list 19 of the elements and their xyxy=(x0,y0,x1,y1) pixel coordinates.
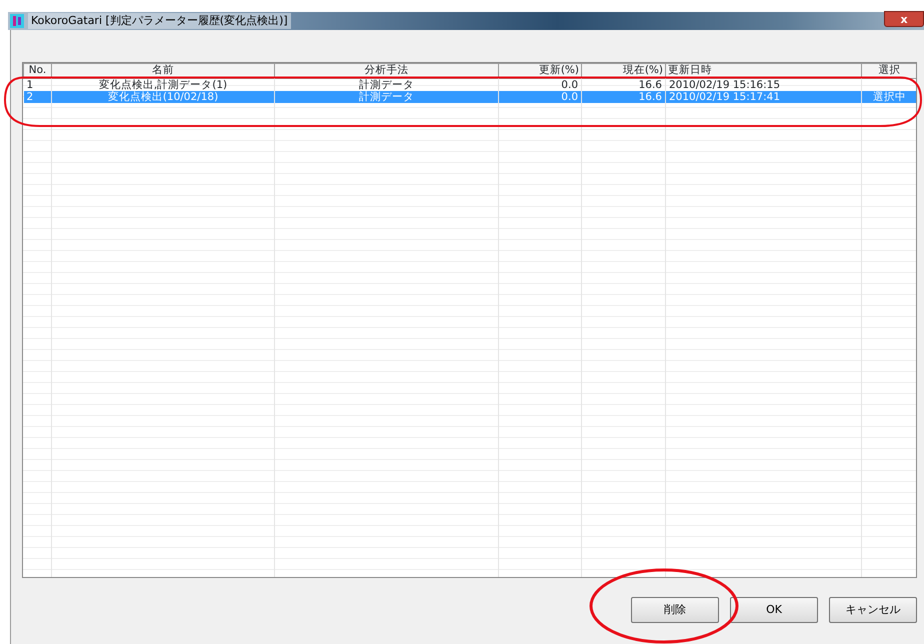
table-cell: 2 xyxy=(26,91,34,103)
table-cell: 計測データ xyxy=(359,79,414,91)
delete-button[interactable]: 削除 xyxy=(631,597,719,623)
table-cell: 1 xyxy=(26,79,34,91)
table-cell: 変化点検出(10/02/18) xyxy=(108,91,218,103)
window-title: KokoroGatari [判定パラメーター履歴(変化点検出)] xyxy=(28,12,291,30)
table-cell: 0.0 xyxy=(561,91,578,103)
table-cell: 2010/02/19 15:16:15 xyxy=(669,79,780,91)
table-cell: 16.6 xyxy=(638,79,662,91)
table-cell: 16.6 xyxy=(638,91,662,103)
table-cell: 0.0 xyxy=(561,79,578,91)
ok-button[interactable]: OK xyxy=(730,597,818,623)
table-cell: 選択中 xyxy=(873,91,906,103)
close-button[interactable]: x xyxy=(884,11,924,27)
table-cell: 2010/02/19 15:17:41 xyxy=(669,91,780,103)
app-icon xyxy=(10,14,24,28)
table-cell: 計測データ xyxy=(359,91,414,103)
table-cell: 変化点検出,計測データ(1) xyxy=(98,79,228,91)
cancel-button[interactable]: キャンセル xyxy=(829,597,917,623)
